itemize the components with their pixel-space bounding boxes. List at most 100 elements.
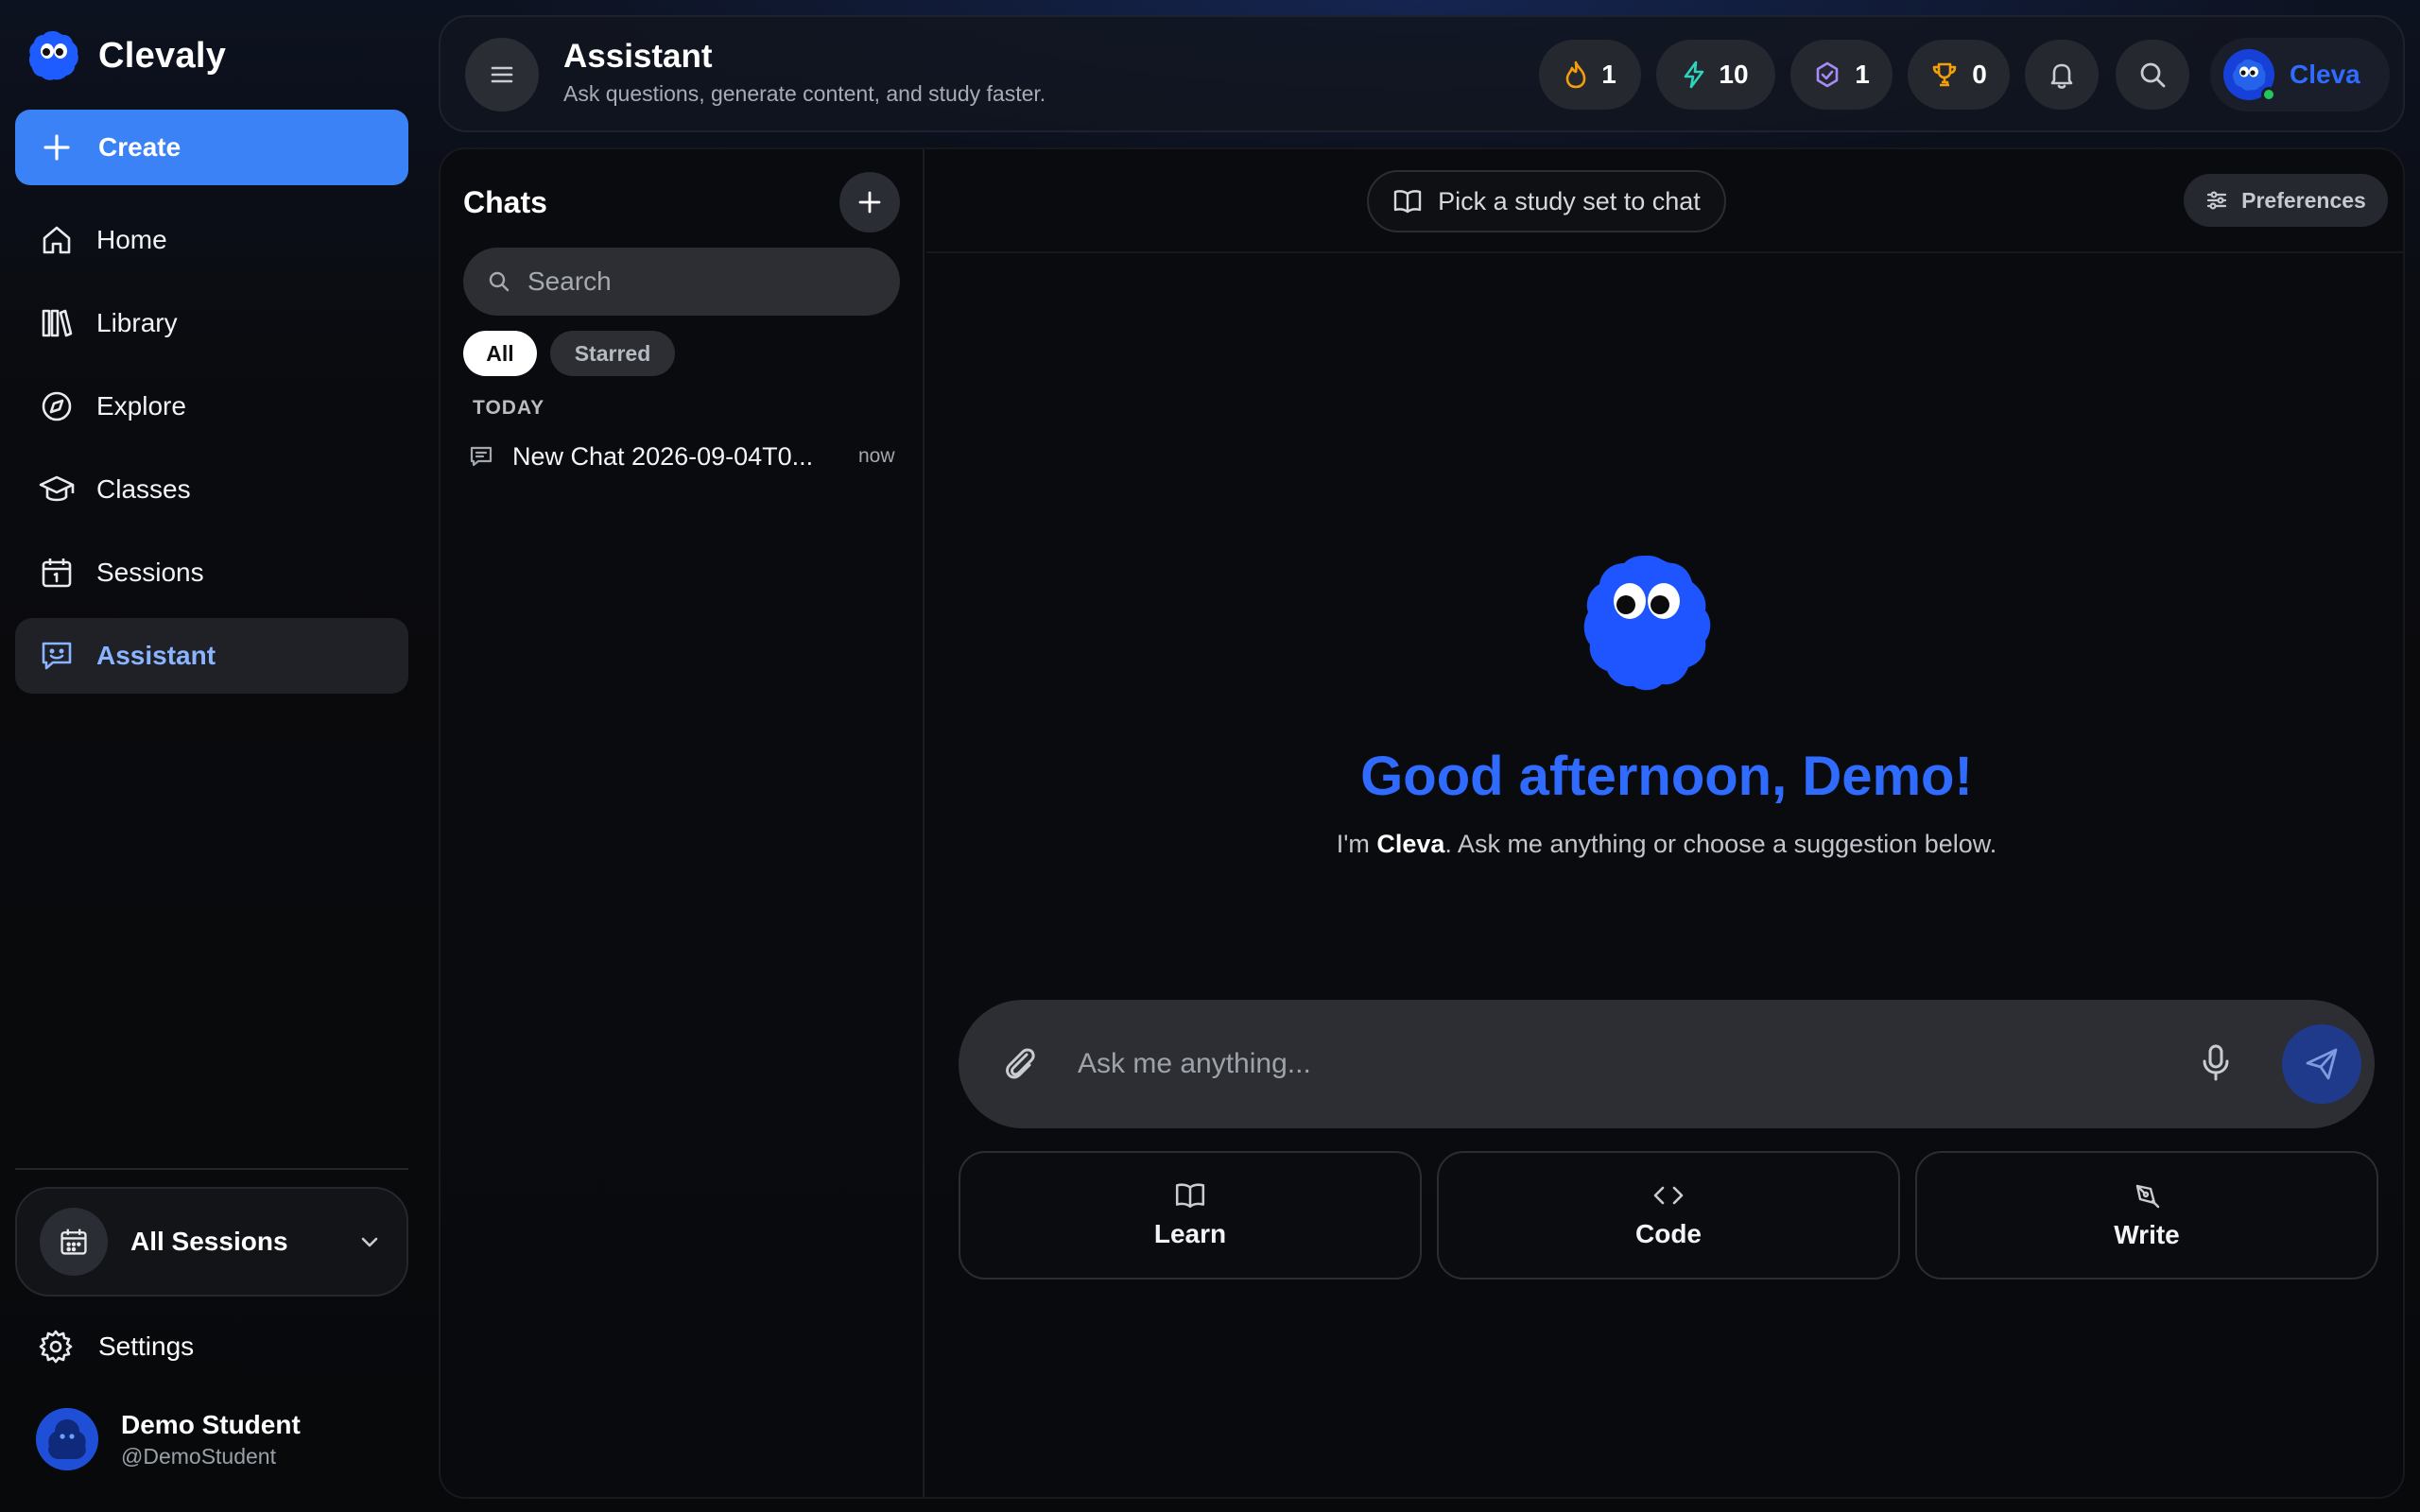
sidebar-item-label: Assistant bbox=[96, 641, 216, 670]
bell-icon bbox=[2047, 60, 2077, 90]
send-button[interactable] bbox=[2282, 1024, 2361, 1104]
send-icon bbox=[2303, 1045, 2341, 1083]
sessions-selector-label: All Sessions bbox=[130, 1227, 288, 1256]
book-icon bbox=[1174, 1181, 1206, 1210]
chat-list-item-time: now bbox=[858, 445, 895, 467]
sidebar-item-classes[interactable]: Classes bbox=[15, 452, 408, 527]
settings-label: Settings bbox=[98, 1332, 195, 1361]
top-header: Assistant Ask questions, generate conten… bbox=[439, 15, 2405, 132]
chat-search[interactable] bbox=[463, 248, 900, 316]
trophy-icon bbox=[1930, 60, 1959, 89]
intro-suffix: . Ask me anything or choose a suggestion… bbox=[1444, 830, 1997, 858]
sliders-icon bbox=[2205, 189, 2228, 212]
page-subtitle: Ask questions, generate content, and stu… bbox=[563, 81, 1046, 106]
search-icon bbox=[488, 270, 510, 293]
home-icon bbox=[38, 221, 76, 259]
menu-button[interactable] bbox=[465, 38, 539, 112]
study-set-picker-label: Pick a study set to chat bbox=[1438, 186, 1701, 215]
sidebar-item-home[interactable]: Home bbox=[15, 202, 408, 278]
greeting-heading: Good afternoon, Demo! bbox=[1360, 746, 1973, 807]
paperclip-icon[interactable] bbox=[998, 1041, 1042, 1085]
message-icon bbox=[469, 444, 493, 469]
chat-list-item[interactable]: New Chat 2026-09-04T0... now bbox=[469, 433, 904, 480]
user-name: Demo Student bbox=[121, 1409, 301, 1439]
user-handle: @DemoStudent bbox=[121, 1443, 276, 1469]
preferences-label: Preferences bbox=[2241, 187, 2366, 213]
study-set-picker[interactable]: Pick a study set to chat bbox=[1367, 170, 1726, 232]
suggestion-label: Code bbox=[1635, 1219, 1702, 1248]
brand[interactable]: Clevaly bbox=[26, 28, 226, 83]
stat-value: 0 bbox=[1972, 60, 1987, 89]
sidebar-item-assistant[interactable]: Assistant bbox=[15, 618, 408, 694]
message-composer bbox=[959, 1000, 2375, 1128]
settings-link[interactable]: Settings bbox=[38, 1329, 194, 1365]
clevaly-logo-icon bbox=[26, 28, 81, 83]
graduation-cap-icon bbox=[38, 471, 76, 508]
hamburger-icon bbox=[488, 60, 516, 89]
stat-value: 1 bbox=[1601, 60, 1616, 89]
sidebar-item-explore[interactable]: Explore bbox=[15, 369, 408, 444]
page-title: Assistant bbox=[563, 38, 713, 75]
badge-stat[interactable]: 1 bbox=[1790, 40, 1893, 110]
code-icon bbox=[1652, 1181, 1685, 1210]
flame-icon bbox=[1564, 60, 1588, 89]
chats-title: Chats bbox=[463, 185, 547, 219]
notifications-button[interactable] bbox=[2025, 40, 2099, 110]
sessions-selector[interactable]: All Sessions bbox=[15, 1187, 408, 1297]
chat-list-item-title: New Chat 2026-09-04T0... bbox=[512, 441, 814, 471]
search-button[interactable] bbox=[2116, 40, 2189, 110]
sidebar-item-library[interactable]: Library bbox=[15, 285, 408, 361]
preferences-button[interactable]: Preferences bbox=[2184, 174, 2388, 227]
book-open-icon bbox=[1392, 188, 1423, 215]
suggestion-label: Learn bbox=[1153, 1219, 1227, 1248]
new-chat-button[interactable] bbox=[839, 172, 900, 232]
create-label: Create bbox=[98, 132, 182, 162]
calendar-icon bbox=[38, 554, 76, 592]
brand-name: Clevaly bbox=[98, 35, 227, 76]
online-status-dot bbox=[2261, 87, 2276, 102]
search-icon bbox=[2137, 60, 2168, 90]
suggestion-code[interactable]: Code bbox=[1437, 1151, 1900, 1280]
sidebar-item-label: Sessions bbox=[96, 558, 204, 587]
chat-bot-icon bbox=[38, 637, 76, 675]
calendar-icon bbox=[40, 1208, 108, 1276]
bolt-icon bbox=[1683, 60, 1705, 89]
plus-icon bbox=[856, 189, 883, 215]
suggestion-write[interactable]: Write bbox=[1915, 1151, 2378, 1280]
chat-search-input[interactable] bbox=[527, 266, 868, 297]
xp-stat[interactable]: 10 bbox=[1656, 40, 1775, 110]
chat-area: Pick a study set to chat Preferences Goo… bbox=[926, 149, 2403, 1497]
chat-topbar-divider bbox=[926, 251, 2403, 253]
filter-all-tab[interactable]: All bbox=[463, 331, 537, 376]
library-icon bbox=[38, 304, 76, 342]
create-button[interactable]: Create bbox=[15, 110, 408, 185]
suggestion-learn[interactable]: Learn bbox=[959, 1151, 1422, 1280]
streak-stat[interactable]: 1 bbox=[1539, 40, 1641, 110]
chats-panel: Chats All Starred TODAY New Chat 2026-09… bbox=[441, 149, 925, 1497]
assistant-intro: I'm Cleva. Ask me anything or choose a s… bbox=[926, 830, 2403, 859]
sidebar-item-label: Classes bbox=[96, 474, 191, 504]
suggestion-label: Write bbox=[2114, 1220, 2180, 1249]
message-input[interactable] bbox=[1078, 1038, 2165, 1091]
gear-icon bbox=[38, 1329, 74, 1365]
pen-icon bbox=[2132, 1180, 2162, 1211]
assistant-name: Cleva bbox=[1376, 830, 1445, 858]
trophy-stat[interactable]: 0 bbox=[1908, 40, 2010, 110]
sidebar-divider bbox=[15, 1168, 408, 1170]
filter-starred-tab[interactable]: Starred bbox=[550, 331, 675, 376]
badge-check-icon bbox=[1813, 60, 1841, 89]
profile-name: Cleva bbox=[2290, 60, 2360, 89]
stat-value: 1 bbox=[1855, 60, 1870, 89]
main-panel: Chats All Starred TODAY New Chat 2026-09… bbox=[439, 147, 2405, 1499]
compass-icon bbox=[38, 387, 76, 425]
profile-menu-button[interactable]: Cleva bbox=[2210, 38, 2390, 112]
intro-prefix: I'm bbox=[1336, 830, 1377, 858]
chevron-down-icon bbox=[357, 1229, 382, 1254]
sidebar-item-label: Library bbox=[96, 308, 178, 337]
cleva-mascot-icon bbox=[1575, 550, 1722, 697]
user-profile[interactable]: Demo Student @DemoStudent bbox=[36, 1408, 301, 1470]
sidebar-item-label: Explore bbox=[96, 391, 186, 421]
sidebar-item-sessions[interactable]: Sessions bbox=[15, 535, 408, 610]
chat-group-label: TODAY bbox=[473, 397, 545, 419]
microphone-icon[interactable] bbox=[2197, 1041, 2235, 1085]
